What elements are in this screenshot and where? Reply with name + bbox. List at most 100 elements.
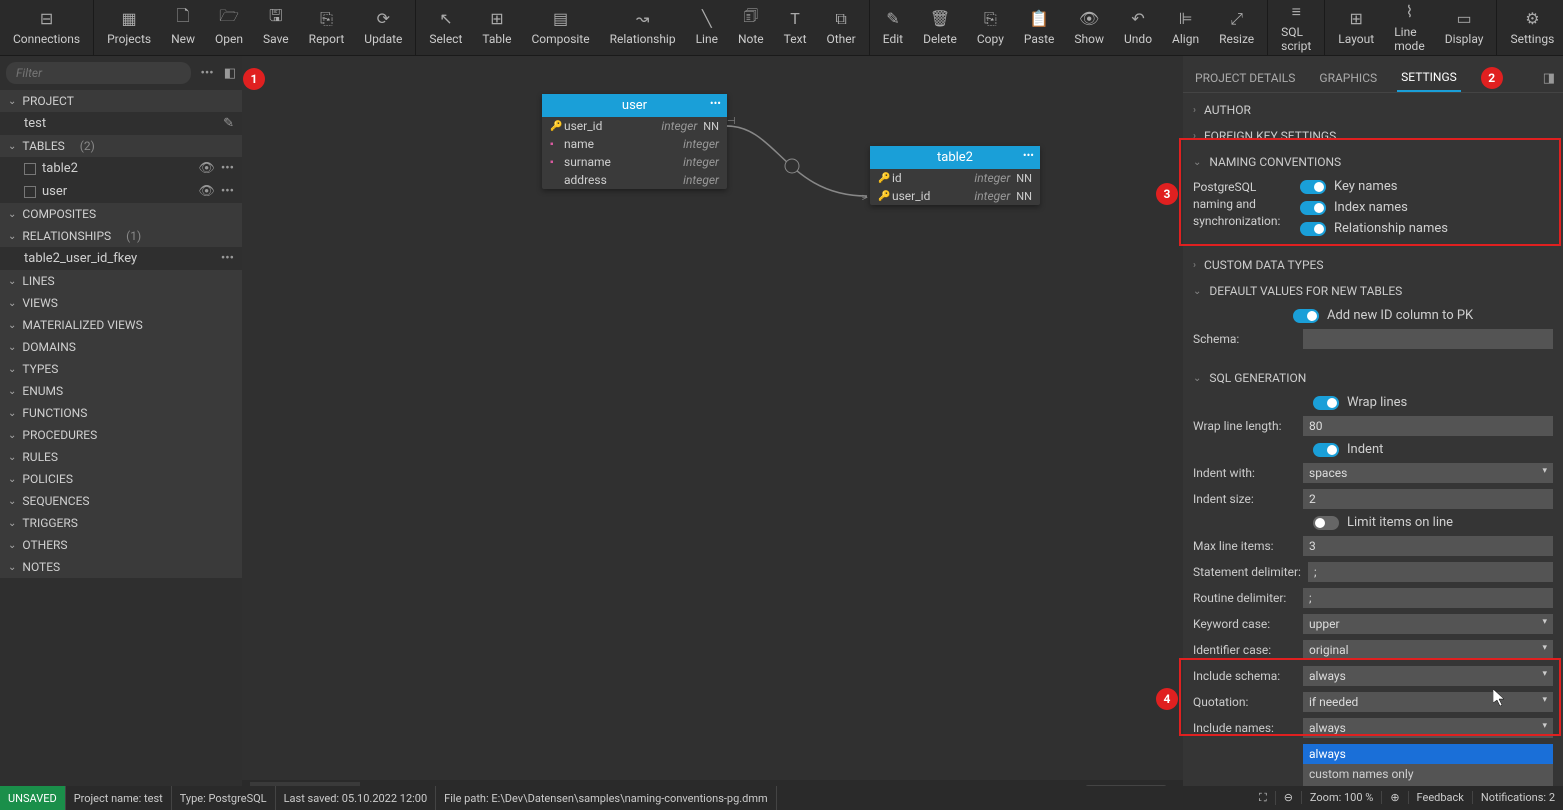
filter-menu-icon[interactable]: ••• bbox=[197, 66, 218, 81]
relationship-line[interactable]: ⊣ ⪫ bbox=[727, 116, 877, 206]
status-zoom-out-icon[interactable]: ⊖ bbox=[1276, 791, 1302, 804]
status-zoom-in-icon[interactable]: ⊕ bbox=[1382, 791, 1408, 804]
table-table2[interactable]: table2••• 🔑idintegerNN 🔑user_idintegerNN bbox=[870, 146, 1040, 205]
linemode-button[interactable]: ⌇Line mode bbox=[1384, 0, 1435, 55]
relationship-button[interactable]: ↝Relationship bbox=[600, 0, 686, 55]
tree-sequences-header[interactable]: ⌄SEQUENCES bbox=[0, 490, 242, 512]
tab-settings[interactable]: SETTINGS bbox=[1397, 64, 1461, 92]
tree-functions-header[interactable]: ⌄FUNCTIONS bbox=[0, 402, 242, 424]
quot-select[interactable]: if needed bbox=[1303, 692, 1553, 712]
text-button[interactable]: TText bbox=[774, 0, 817, 55]
kwcase-select[interactable]: upper bbox=[1303, 614, 1553, 634]
tree-project-item[interactable]: test✎ bbox=[0, 112, 242, 135]
save-button[interactable]: 🖫Save bbox=[253, 0, 299, 55]
other-button[interactable]: ⧉Other bbox=[817, 0, 866, 55]
status-feedback[interactable]: Feedback bbox=[1409, 791, 1473, 804]
toggle-relationship-names[interactable] bbox=[1300, 222, 1326, 236]
projects-button[interactable]: ▦Projects bbox=[97, 0, 161, 55]
tab-graphics[interactable]: GRAPHICS bbox=[1315, 65, 1381, 91]
open-button[interactable]: 🗁Open bbox=[205, 0, 253, 55]
tree-enums-header[interactable]: ⌄ENUMS bbox=[0, 380, 242, 402]
table-button[interactable]: ⊞Table bbox=[472, 0, 521, 55]
align-button[interactable]: ⊫Align bbox=[1162, 0, 1209, 55]
panel-collapse-icon[interactable]: ◨ bbox=[1543, 71, 1555, 86]
sqlscript-button[interactable]: ≡SQL script bbox=[1271, 0, 1321, 55]
toggle-wrap-lines[interactable] bbox=[1313, 396, 1339, 410]
section-defaults[interactable]: ⌄DEFAULT VALUES FOR NEW TABLES bbox=[1183, 278, 1563, 304]
toggle-add-id[interactable] bbox=[1293, 309, 1319, 323]
toggle-index-names[interactable] bbox=[1300, 201, 1326, 215]
tree-others-header[interactable]: ⌄OTHERS bbox=[0, 534, 242, 556]
toggle-indent[interactable] bbox=[1313, 443, 1339, 457]
status-zoom[interactable]: Zoom: 100 % bbox=[1302, 791, 1382, 804]
more-icon[interactable]: ••• bbox=[221, 184, 234, 199]
tree-triggers-header[interactable]: ⌄TRIGGERS bbox=[0, 512, 242, 534]
delete-button[interactable]: 🗑Delete bbox=[913, 0, 967, 55]
section-fk[interactable]: ›FOREIGN KEY SETTINGS bbox=[1183, 123, 1563, 149]
filter-input[interactable] bbox=[6, 62, 191, 84]
status-notifications[interactable]: Notifications: 2 bbox=[1473, 791, 1563, 804]
section-naming[interactable]: ⌄NAMING CONVENTIONS bbox=[1183, 149, 1563, 175]
new-button[interactable]: 🗋New bbox=[161, 0, 205, 55]
toggle-limit-items[interactable] bbox=[1313, 516, 1339, 530]
note-button[interactable]: 🗊Note bbox=[728, 0, 774, 55]
table-column[interactable]: ▪surnameinteger bbox=[542, 153, 727, 171]
more-icon[interactable]: ••• bbox=[221, 251, 234, 266]
resize-button[interactable]: ⤢Resize bbox=[1209, 0, 1264, 55]
table-column[interactable]: 🔑idintegerNN bbox=[870, 169, 1040, 187]
table-column[interactable]: ▪nameinteger bbox=[542, 135, 727, 153]
layout-button[interactable]: ⊞Layout bbox=[1328, 0, 1384, 55]
settings-button[interactable]: ⚙Settings bbox=[1500, 0, 1563, 55]
section-sqlgen[interactable]: ⌄SQL GENERATION bbox=[1183, 365, 1563, 391]
tree-lines-header[interactable]: ⌄LINES bbox=[0, 270, 242, 292]
report-button[interactable]: ⎘Report bbox=[299, 0, 355, 55]
table-column[interactable]: addressinteger bbox=[542, 171, 727, 189]
table-column[interactable]: 🔑user_idintegerNN bbox=[870, 187, 1040, 205]
tree-tables-header[interactable]: ⌄TABLES (2) bbox=[0, 135, 242, 157]
indentsize-input[interactable] bbox=[1303, 489, 1553, 509]
toggle-key-names[interactable] bbox=[1300, 180, 1326, 194]
line-button[interactable]: ╲Line bbox=[686, 0, 728, 55]
diagram-canvas[interactable]: user••• 🔑user_idintegerNN ▪nameinteger ▪… bbox=[242, 56, 1183, 810]
idcase-select[interactable]: original bbox=[1303, 640, 1553, 660]
incschema-select[interactable]: always bbox=[1303, 666, 1553, 686]
select-button[interactable]: ↖Select bbox=[419, 0, 472, 55]
wraplen-input[interactable] bbox=[1303, 416, 1553, 436]
tree-types-header[interactable]: ⌄TYPES bbox=[0, 358, 242, 380]
copy-button[interactable]: ⎘Copy bbox=[967, 0, 1014, 55]
tree-rules-header[interactable]: ⌄RULES bbox=[0, 446, 242, 468]
table-table2-header[interactable]: table2••• bbox=[870, 146, 1040, 169]
maxline-input[interactable] bbox=[1303, 536, 1553, 556]
status-fullscreen-icon[interactable]: ⛶ bbox=[1251, 791, 1276, 805]
table-user[interactable]: user••• 🔑user_idintegerNN ▪nameinteger ▪… bbox=[542, 94, 727, 189]
incnames-select[interactable]: always bbox=[1303, 718, 1553, 738]
tree-composites-header[interactable]: ⌄COMPOSITES bbox=[0, 203, 242, 225]
composite-button[interactable]: ▤Composite bbox=[521, 0, 599, 55]
edit-icon[interactable]: ✎ bbox=[223, 116, 234, 131]
tree-policies-header[interactable]: ⌄POLICIES bbox=[0, 468, 242, 490]
table-menu-icon[interactable]: ••• bbox=[710, 97, 721, 110]
display-button[interactable]: ▭Display bbox=[1435, 0, 1494, 55]
routdel-input[interactable] bbox=[1303, 588, 1553, 608]
eye-icon[interactable]: 👁 bbox=[198, 184, 215, 199]
stmtdel-input[interactable] bbox=[1308, 562, 1553, 582]
tree-table-item[interactable]: user👁••• bbox=[0, 180, 242, 203]
tab-project-details[interactable]: PROJECT DETAILS bbox=[1191, 65, 1299, 91]
tree-table-item[interactable]: table2👁••• bbox=[0, 157, 242, 180]
section-author[interactable]: ›AUTHOR bbox=[1183, 97, 1563, 123]
incnames-option-always[interactable]: always bbox=[1303, 744, 1553, 764]
tree-matviews-header[interactable]: ⌄MATERIALIZED VIEWS bbox=[0, 314, 242, 336]
update-button[interactable]: ⟳Update bbox=[354, 0, 412, 55]
connections-button[interactable]: ⊟Connections bbox=[3, 0, 90, 55]
tree-project-header[interactable]: ⌄PROJECT bbox=[0, 90, 242, 112]
paste-button[interactable]: 📋Paste bbox=[1014, 0, 1065, 55]
tree-views-header[interactable]: ⌄VIEWS bbox=[0, 292, 242, 314]
edit-button[interactable]: ✎Edit bbox=[873, 0, 913, 55]
eye-icon[interactable]: 👁 bbox=[198, 161, 215, 176]
tree-relationships-header[interactable]: ⌄RELATIONSHIPS (1) bbox=[0, 225, 242, 247]
tree-notes-header[interactable]: ⌄NOTES bbox=[0, 556, 242, 578]
more-icon[interactable]: ••• bbox=[221, 161, 234, 176]
table-menu-icon[interactable]: ••• bbox=[1023, 149, 1034, 162]
undo-button[interactable]: ↶Undo bbox=[1114, 0, 1162, 55]
tree-procedures-header[interactable]: ⌄PROCEDURES bbox=[0, 424, 242, 446]
